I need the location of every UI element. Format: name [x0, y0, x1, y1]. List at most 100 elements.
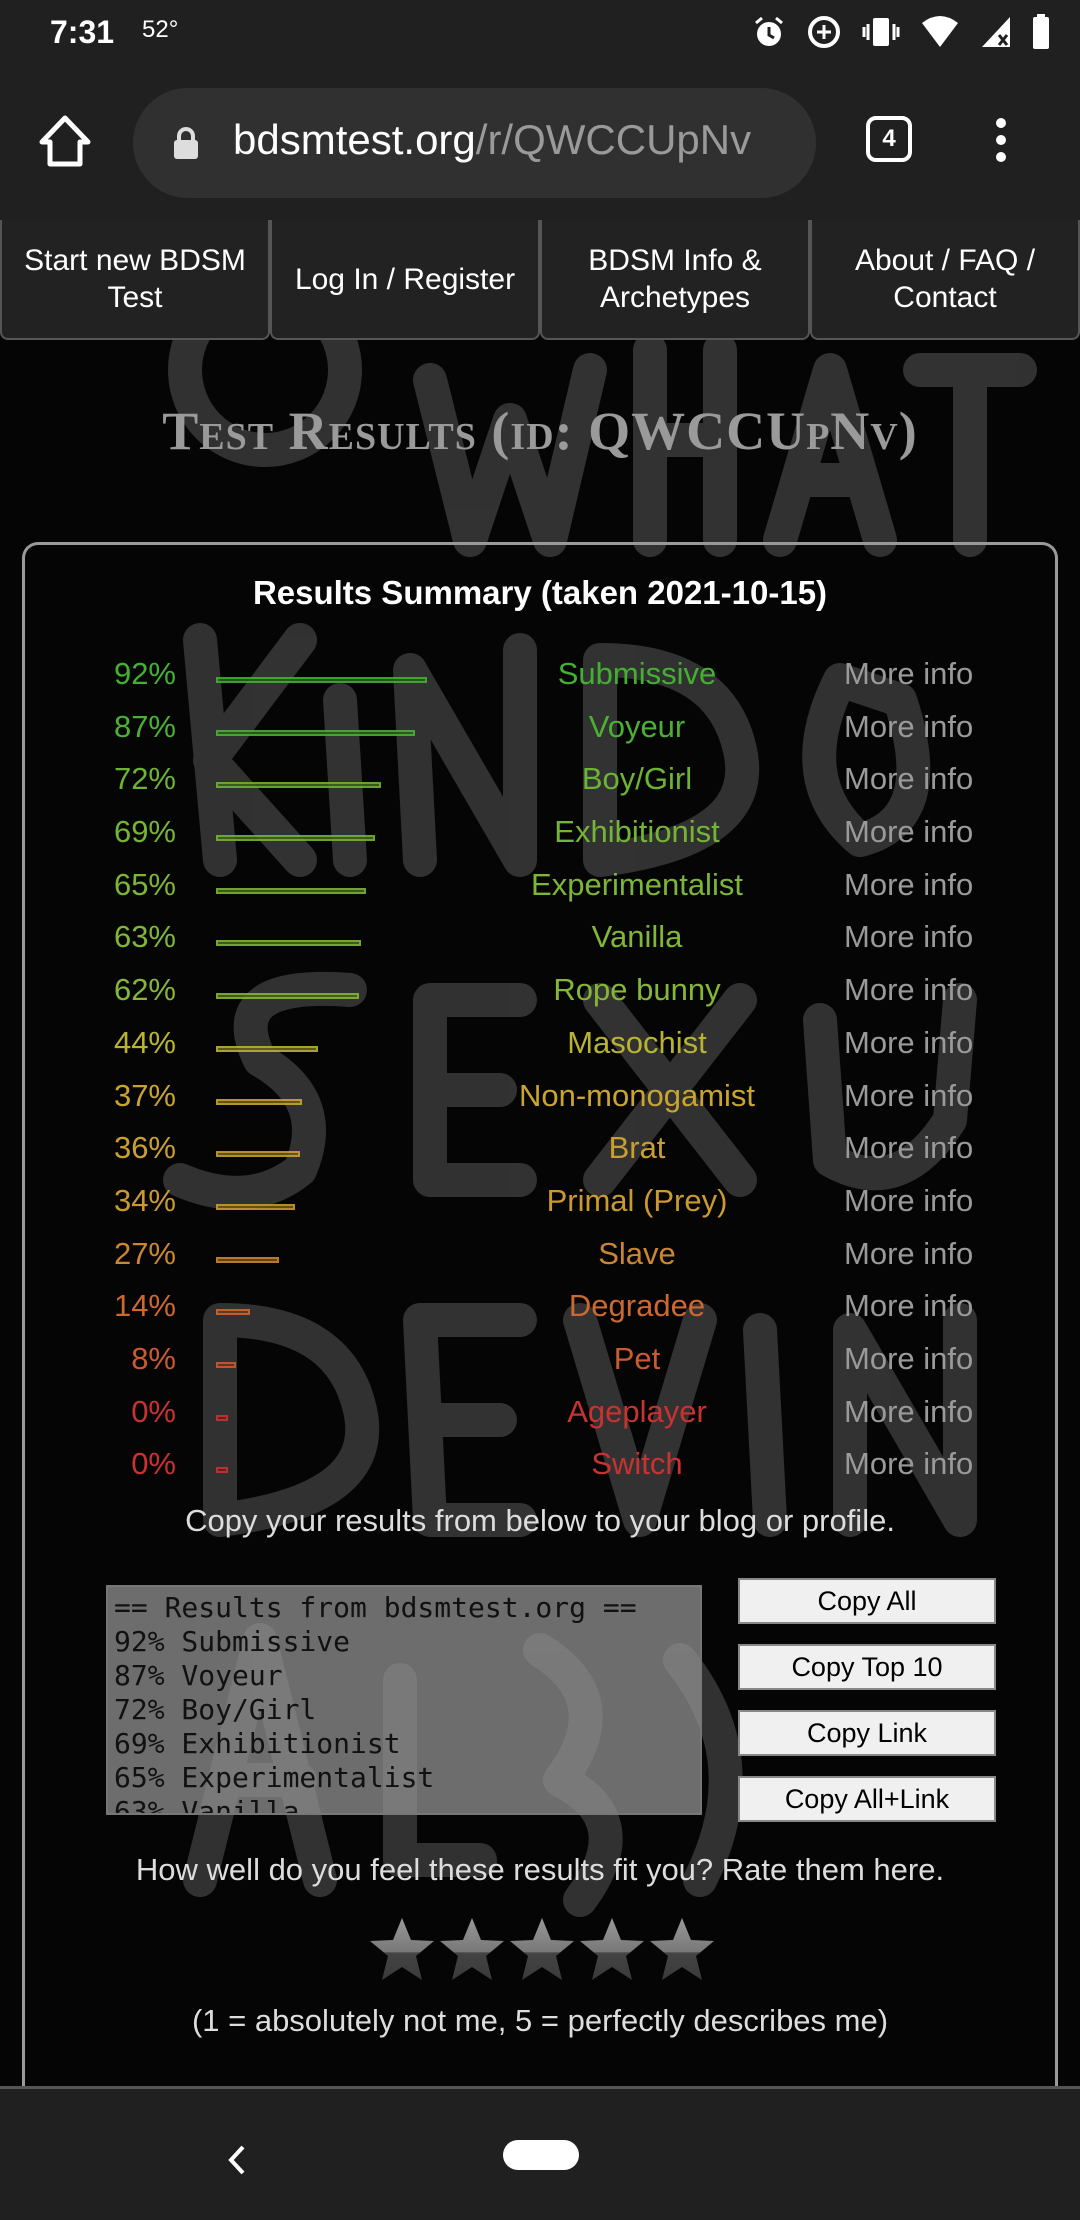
- more-options-icon[interactable]: [990, 118, 1012, 168]
- result-name[interactable]: Vanilla: [470, 919, 804, 955]
- result-name[interactable]: Degradee: [470, 1288, 804, 1324]
- url-text[interactable]: bdsmtest.org/r/QWCCUpNv: [233, 116, 751, 164]
- result-name[interactable]: Voyeur: [470, 709, 804, 745]
- result-name[interactable]: Boy/Girl: [470, 761, 804, 797]
- back-icon[interactable]: [225, 2144, 249, 2176]
- more-info-link[interactable]: More info: [844, 1130, 973, 1166]
- result-percent: 27%: [113, 1235, 176, 1271]
- result-percent: 8%: [131, 1340, 176, 1376]
- result-name[interactable]: Non-monogamist: [470, 1078, 804, 1114]
- more-info-link[interactable]: More info: [844, 919, 973, 955]
- result-row: 65% Experimentalist More info: [0, 863, 1080, 916]
- nav-about-faq[interactable]: About / FAQ / Contact: [810, 220, 1080, 340]
- result-name[interactable]: Exhibitionist: [470, 814, 804, 850]
- home-button[interactable]: [36, 112, 94, 170]
- result-name[interactable]: Submissive: [470, 656, 804, 692]
- page-title: Test Results (id: QWCCUpNv): [162, 401, 918, 461]
- result-name[interactable]: Ageplayer: [470, 1394, 804, 1430]
- result-name[interactable]: Switch: [470, 1446, 804, 1482]
- result-percent: 69%: [113, 814, 176, 850]
- more-info-link[interactable]: More info: [844, 1025, 973, 1061]
- result-name[interactable]: Masochist: [470, 1025, 804, 1061]
- result-bar: [216, 887, 366, 894]
- more-info-link[interactable]: More info: [844, 1446, 973, 1482]
- result-row: 0% Ageplayer More info: [0, 1390, 1080, 1443]
- result-percent: 0%: [131, 1446, 176, 1482]
- results-list: 92% Submissive More info 87% Voyeur More info…: [0, 652, 1080, 1495]
- nav-start-new-test[interactable]: Start new BDSM Test: [0, 220, 270, 340]
- result-percent: 0%: [131, 1393, 176, 1429]
- result-percent: 65%: [113, 866, 176, 902]
- result-row: 87% Voyeur More info: [0, 705, 1080, 758]
- more-info-link[interactable]: More info: [844, 1236, 973, 1272]
- home-pill[interactable]: [503, 2140, 579, 2170]
- more-info-link[interactable]: More info: [844, 1341, 973, 1377]
- result-bar: [216, 1361, 236, 1368]
- result-percent: 14%: [113, 1288, 176, 1324]
- star-icon[interactable]: [438, 1915, 506, 1983]
- star-icon[interactable]: [578, 1915, 646, 1983]
- more-info-link[interactable]: More info: [844, 1394, 973, 1430]
- result-bar: [216, 677, 427, 683]
- result-percent: 34%: [113, 1182, 176, 1218]
- result-percent: 36%: [113, 1130, 176, 1166]
- address-bar[interactable]: bdsmtest.org/r/QWCCUpNv: [133, 88, 816, 198]
- tab-switcher-button[interactable]: 4: [866, 116, 912, 162]
- more-info-link[interactable]: More info: [844, 1288, 973, 1324]
- more-info-link[interactable]: More info: [844, 1183, 973, 1219]
- web-page: Start new BDSM Test Log In / Register BD…: [0, 220, 1080, 2086]
- site-nav: Start new BDSM Test Log In / Register BD…: [0, 220, 1080, 342]
- result-percent: 44%: [113, 1024, 176, 1060]
- result-percent: 87%: [113, 708, 176, 744]
- result-percent: 72%: [113, 761, 176, 797]
- home-icon: [39, 115, 91, 167]
- nav-bdsm-info[interactable]: BDSM Info & Archetypes: [540, 220, 810, 340]
- result-bar: [216, 1098, 302, 1105]
- result-bar: [216, 1151, 300, 1158]
- result-bar: [216, 940, 361, 947]
- result-name[interactable]: Experimentalist: [470, 867, 804, 903]
- results-summary-title: Results Summary (taken 2021-10-15): [252, 574, 828, 611]
- more-info-link[interactable]: More info: [844, 709, 973, 745]
- result-bar: [216, 1467, 228, 1474]
- star-icon[interactable]: [368, 1915, 436, 1983]
- result-row: 8% Pet More info: [0, 1337, 1080, 1390]
- clock: 7:31: [50, 14, 115, 50]
- copy-all-button[interactable]: Copy All: [738, 1578, 996, 1624]
- alarm-icon: [752, 15, 786, 49]
- result-row: 72% Boy/Girl More info: [0, 757, 1080, 810]
- more-info-link[interactable]: More info: [844, 656, 973, 692]
- copy-top-10-button[interactable]: Copy Top 10: [738, 1644, 996, 1690]
- result-name[interactable]: Primal (Prey): [470, 1183, 804, 1219]
- url-host: bdsmtest.org: [233, 116, 476, 163]
- result-name[interactable]: Rope bunny: [470, 972, 804, 1008]
- battery-icon: [1032, 14, 1050, 50]
- result-row: 34% Primal (Prey) More info: [0, 1179, 1080, 1232]
- copy-instructions: Copy your results from below to your blo…: [185, 1503, 895, 1538]
- result-name[interactable]: Pet: [470, 1341, 804, 1377]
- signal-icon: [980, 15, 1012, 49]
- copy-buttons: Copy All Copy Top 10 Copy Link Copy All+…: [738, 1578, 996, 1842]
- status-bar: 7:31 52°: [0, 0, 1080, 66]
- more-info-link[interactable]: More info: [844, 867, 973, 903]
- star-icon[interactable]: [648, 1915, 716, 1983]
- result-bar: [216, 782, 381, 789]
- more-info-link[interactable]: More info: [844, 814, 973, 850]
- star-icon[interactable]: [508, 1915, 576, 1983]
- more-info-link[interactable]: More info: [844, 972, 973, 1008]
- copy-all-link-button[interactable]: Copy All+Link: [738, 1776, 996, 1822]
- result-row: 44% Masochist More info: [0, 1021, 1080, 1074]
- result-name[interactable]: Brat: [470, 1130, 804, 1166]
- more-info-link[interactable]: More info: [844, 761, 973, 797]
- result-bar: [216, 1203, 295, 1210]
- nav-login-register[interactable]: Log In / Register: [270, 220, 540, 340]
- results-copy-textarea[interactable]: == Results from bdsmtest.org == 92% Subm…: [106, 1585, 702, 1815]
- result-percent: 37%: [113, 1077, 176, 1113]
- copy-link-button[interactable]: Copy Link: [738, 1710, 996, 1756]
- result-bar: [216, 1045, 318, 1052]
- more-info-link[interactable]: More info: [844, 1078, 973, 1114]
- result-bar: [216, 993, 359, 1000]
- result-name[interactable]: Slave: [470, 1236, 804, 1272]
- result-bar: [216, 1414, 228, 1421]
- result-row: 37% Non-monogamist More info: [0, 1074, 1080, 1127]
